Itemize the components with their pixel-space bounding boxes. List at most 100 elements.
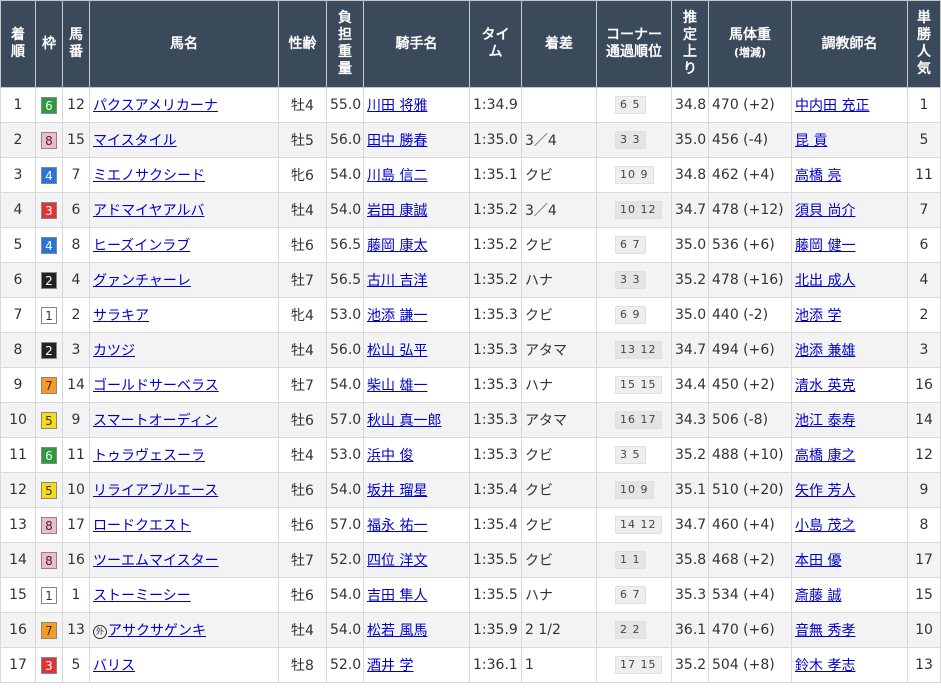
last3f-cell: 34.7 (671, 507, 709, 543)
trainer-link[interactable]: 清水 英克 (795, 378, 855, 394)
jockey-link[interactable]: 古川 吉洋 (367, 273, 427, 289)
jockey-link[interactable]: 松山 弘平 (367, 343, 427, 359)
horse-name-link[interactable]: アドマイヤアルバ (93, 203, 204, 219)
trainer-link[interactable]: 鈴木 孝志 (795, 658, 855, 674)
jockey-link[interactable]: 酒井 学 (367, 658, 413, 674)
sexage-cell: 牡6 (278, 227, 327, 263)
jockey-link[interactable]: 浜中 俊 (367, 448, 413, 464)
horse-name-link[interactable]: ストーミーシー (93, 588, 191, 604)
jockey-link[interactable]: 福永 祐一 (367, 518, 427, 534)
trainer-link[interactable]: 池江 泰寿 (795, 413, 855, 429)
popularity-cell: 17 (907, 542, 941, 578)
horse-name-link[interactable]: ツーエムマイスター (93, 553, 219, 569)
time-cell: 1:35.3 (469, 402, 522, 438)
umaban-cell: 1 (62, 577, 90, 613)
header-last3f: 推定上り (671, 0, 709, 88)
corner-cell: 2 2 (596, 612, 672, 648)
jockey-link[interactable]: 四位 洋文 (367, 553, 427, 569)
horse-name-link[interactable]: スマートオーディン (93, 413, 218, 429)
trainer-cell: 北出 成人 (791, 262, 908, 298)
trainer-link[interactable]: 中内田 充正 (795, 98, 869, 114)
foreign-mark-icon: 外 (93, 625, 107, 639)
header-rank-line: 順 (11, 44, 25, 60)
jockey-link[interactable]: 岩田 康誠 (367, 203, 427, 219)
jockey-link[interactable]: 松若 風馬 (367, 623, 427, 639)
umaban-cell: 7 (62, 157, 90, 193)
jockey-link[interactable]: 吉田 隼人 (367, 588, 427, 604)
corner-positions: 3 3 (615, 131, 646, 149)
corner-positions: 6 7 (615, 236, 646, 254)
trainer-link[interactable]: 斎藤 誠 (795, 588, 841, 604)
popularity-cell: 12 (907, 437, 941, 473)
waku-cell: 1 (35, 577, 63, 613)
jockey-link[interactable]: 藤岡 康太 (367, 238, 427, 254)
horse-name-link[interactable]: ロードクエスト (93, 518, 191, 534)
trainer-link[interactable]: 本田 優 (795, 553, 841, 569)
trainer-link[interactable]: 藤岡 健一 (795, 238, 855, 254)
rank-cell: 10 (0, 402, 36, 438)
horse-name-link[interactable]: バリス (93, 658, 135, 674)
body-weight-cell: 494 (+6) (708, 332, 792, 368)
body-weight-cell: 504 (+8) (708, 647, 792, 683)
header-corner: コーナー 通過順位 (596, 0, 672, 88)
popularity-cell: 3 (907, 332, 941, 368)
rank-cell: 13 (0, 507, 36, 543)
horse-name-link[interactable]: マイスタイル (93, 133, 177, 149)
trainer-link[interactable]: 矢作 芳人 (795, 483, 855, 499)
jockey-link[interactable]: 池添 謙一 (367, 308, 427, 324)
umaban-cell: 5 (62, 647, 90, 683)
popularity-cell: 9 (907, 472, 941, 508)
weight-cell: 52.0 (326, 647, 364, 683)
corner-cell: 6 7 (596, 577, 672, 613)
horse-cell: ヒーズインラブ (89, 227, 279, 263)
trainer-link[interactable]: 高橋 康之 (795, 448, 855, 464)
trainer-link[interactable]: 池添 兼雄 (795, 343, 855, 359)
horse-cell: パクスアメリカーナ (89, 87, 279, 123)
margin-cell: クビ (521, 542, 597, 578)
sexage-cell: 牡6 (278, 577, 327, 613)
sexage-cell: 牡8 (278, 647, 327, 683)
trainer-link[interactable]: 高橋 亮 (795, 168, 841, 184)
horse-name-link[interactable]: トゥラヴェスーラ (93, 448, 205, 464)
rank-cell: 8 (0, 332, 36, 368)
margin-cell: クビ (521, 227, 597, 263)
horse-name-link[interactable]: パクスアメリカーナ (93, 98, 218, 114)
sexage-cell: 牡7 (278, 542, 327, 578)
jockey-cell: 藤岡 康太 (363, 227, 470, 263)
jockey-link[interactable]: 柴山 雄一 (367, 378, 427, 394)
header-corner-line: コーナー (606, 27, 662, 43)
rank-cell: 15 (0, 577, 36, 613)
header-corner-line: 通過順位 (606, 44, 662, 60)
weight-cell: 54.0 (326, 367, 364, 403)
jockey-cell: 福永 祐一 (363, 507, 470, 543)
horse-name-link[interactable]: サラキア (93, 308, 149, 324)
jockey-link[interactable]: 川田 将雅 (367, 98, 427, 114)
horse-name-link[interactable]: カツジ (93, 343, 135, 359)
trainer-link[interactable]: 北出 成人 (795, 273, 855, 289)
horse-name-link[interactable]: グァンチャーレ (93, 273, 191, 289)
trainer-link[interactable]: 音無 秀孝 (795, 623, 855, 639)
sexage-cell: 牡4 (278, 437, 327, 473)
jockey-link[interactable]: 坂井 瑠星 (367, 483, 427, 499)
corner-cell: 3 3 (596, 122, 672, 158)
trainer-link[interactable]: 池添 学 (795, 308, 841, 324)
header-popularity: 単勝人気 (907, 0, 941, 88)
jockey-link[interactable]: 田中 勝春 (367, 133, 427, 149)
corner-positions: 13 12 (615, 341, 662, 359)
horse-name-link[interactable]: ヒーズインラブ (93, 238, 190, 254)
jockey-link[interactable]: 川島 信二 (367, 168, 427, 184)
horse-name-link[interactable]: ミエノサクシード (93, 168, 205, 184)
trainer-link[interactable]: 小島 茂之 (795, 518, 855, 534)
header-weight-line: 担 (338, 27, 352, 43)
trainer-link[interactable]: 須貝 尚介 (795, 203, 855, 219)
horse-name-link[interactable]: リライアブルエース (93, 483, 218, 499)
corner-positions: 6 9 (615, 306, 646, 324)
corner-cell: 6 5 (596, 87, 672, 123)
horse-name-link[interactable]: ゴールドサーベラス (93, 378, 219, 394)
jockey-link[interactable]: 秋山 真一郎 (367, 413, 441, 429)
trainer-link[interactable]: 昆 貢 (795, 133, 827, 149)
body-weight-cell: 460 (+4) (708, 507, 792, 543)
sexage-cell: 牡6 (278, 472, 327, 508)
horse-name-link[interactable]: アサクサゲンキ (108, 623, 206, 639)
header-time-line: ム (488, 44, 503, 60)
